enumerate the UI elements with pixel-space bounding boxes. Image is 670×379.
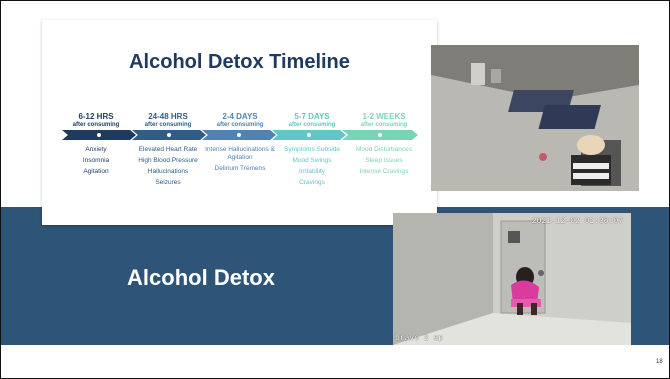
symptom: Elevated Heart Rate	[138, 146, 198, 153]
cell-photo-top	[431, 45, 639, 191]
cell-scene-illustration	[431, 45, 639, 191]
slide: Alcohol Detox Alcohol Detox Timeline 6-1…	[0, 0, 670, 379]
symptom: Anxiety	[85, 146, 107, 153]
period-sub: after consuming	[216, 122, 264, 128]
symptom: Insomnia	[82, 157, 110, 164]
symptom: Cravings	[299, 179, 325, 186]
dot-icon	[97, 133, 101, 137]
timeline-arrow-row	[62, 130, 418, 140]
symptom-list-5: Mood Disturbances Sleep Issues Intense C…	[348, 146, 420, 179]
timeline-arrow	[342, 130, 418, 140]
symptom-list-1: Anxiety Insomnia Agitation	[60, 146, 132, 179]
period-label: 6-12 HRS	[78, 112, 114, 121]
symptom: Delirium Tremens	[214, 165, 266, 172]
dot-icon	[378, 133, 382, 137]
timeline-period-4: 5-7 DAYS after consuming	[278, 112, 346, 129]
period-sub: after consuming	[72, 122, 120, 128]
symptom: Sleep Issues	[365, 157, 403, 164]
symptom: Irritability	[298, 168, 325, 175]
symptom: Mood Disturbances	[356, 146, 412, 153]
dot-icon	[307, 133, 311, 137]
timeline-period-1: 6-12 HRS after consuming	[62, 112, 130, 129]
symptom: Mood Swings	[292, 157, 332, 164]
symptom-list-3: Intense Hallucinations & Agitation Delir…	[204, 146, 276, 176]
timeline-graphic: Alcohol Detox Timeline 6-12 HRS after co…	[42, 20, 437, 225]
timeline-arrow	[62, 130, 136, 140]
period-label: 24-48 HRS	[148, 112, 188, 121]
period-sub: after consuming	[144, 122, 192, 128]
timeline-arrow	[272, 130, 346, 140]
timeline-arrow	[202, 130, 276, 140]
symptom-list-2: Elevated Heart Rate High Blood Pressure …	[132, 146, 204, 190]
timeline-title: Alcohol Detox Timeline	[129, 51, 350, 73]
page-number: 18	[656, 359, 663, 365]
symptom: Symptoms Subside	[284, 146, 340, 153]
symptom: Intense Cravings	[359, 168, 409, 175]
symptom-list-4: Symptoms Subside Mood Swings Irritabilit…	[276, 146, 348, 190]
cctv-photo: 2021-12-02 01:38:07 bravo 2 sp	[393, 213, 631, 345]
dot-icon	[167, 133, 171, 137]
symptom: Seizures	[155, 179, 181, 186]
period-label: 5-7 DAYS	[294, 112, 330, 121]
cctv-timestamp: 2021-12-02 01:38:07	[531, 217, 623, 226]
period-sub: after consuming	[288, 122, 336, 128]
slide-title: Alcohol Detox	[127, 265, 275, 290]
timeline-period-5: 1-2 WEEKS after consuming	[350, 112, 418, 129]
cctv-caption: bravo 2 sp	[395, 334, 444, 343]
symptom: Hallucinations	[147, 168, 189, 175]
timeline-arrow	[132, 130, 206, 140]
symptom: Agitation	[83, 168, 109, 175]
period-label: 1-2 WEEKS	[362, 112, 406, 121]
dot-icon	[237, 133, 241, 137]
symptom: High Blood Pressure	[138, 157, 198, 164]
timeline-period-2: 24-48 HRS after consuming	[134, 112, 202, 129]
period-sub: after consuming	[360, 122, 408, 128]
symptom: Intense Hallucinations & Agitation	[205, 146, 275, 161]
cctv-scene-illustration	[393, 213, 631, 345]
period-label: 2-4 DAYS	[222, 112, 258, 121]
timeline-period-3: 2-4 DAYS after consuming	[206, 112, 274, 129]
